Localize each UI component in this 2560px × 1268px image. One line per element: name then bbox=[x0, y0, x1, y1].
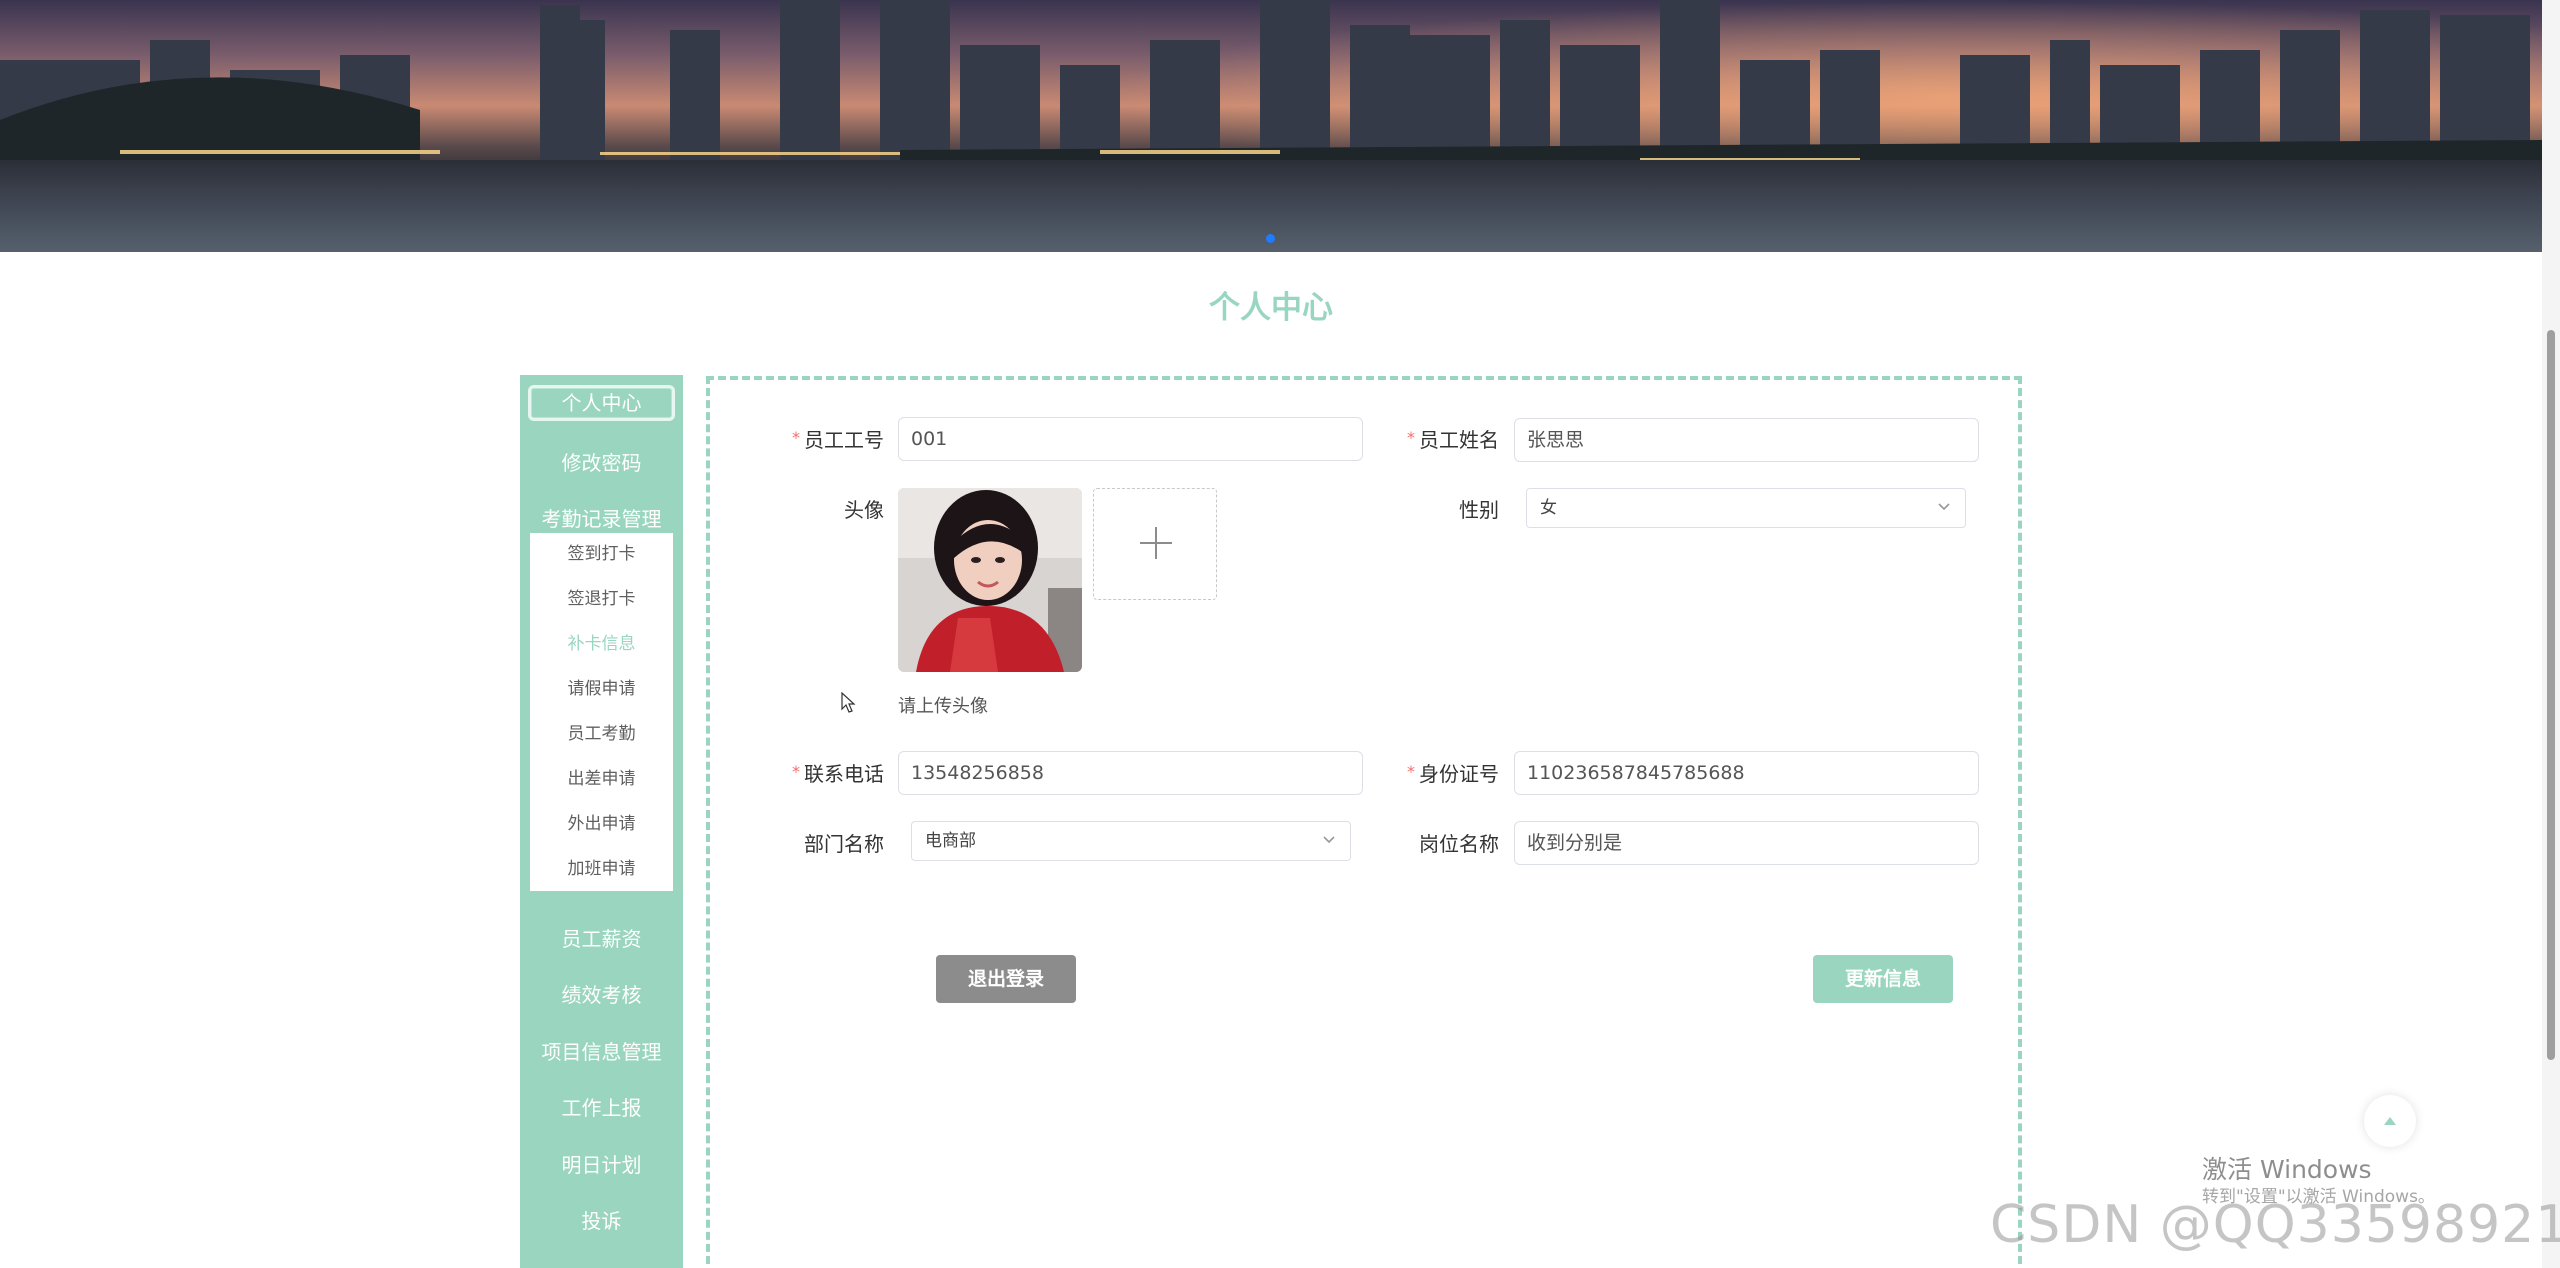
position-input[interactable]: 收到分别是 bbox=[1514, 821, 1979, 865]
attendance-submenu: 签到打卡 签退打卡 补卡信息 请假申请 员工考勤 出差申请 外出申请 加班申请 bbox=[530, 533, 673, 891]
banner-carousel bbox=[0, 0, 2542, 252]
submenu-item-overtime[interactable]: 加班申请 bbox=[530, 854, 673, 879]
department-label: 部门名称 bbox=[804, 832, 884, 856]
sidebar-item-complaint[interactable]: 投诉 bbox=[520, 1205, 683, 1234]
phone-label: * 联系电话 bbox=[792, 762, 884, 786]
gender-select[interactable]: 女 bbox=[1526, 488, 1966, 528]
department-select-value: 电商部 bbox=[925, 831, 976, 851]
id-card-input[interactable]: 110236587845785688 bbox=[1514, 751, 1979, 795]
employee-name-input[interactable]: 张思思 bbox=[1514, 418, 1979, 462]
sidebar-item-profile[interactable]: 个人中心 bbox=[528, 385, 675, 421]
chevron-down-icon bbox=[1323, 836, 1335, 844]
sidebar-item-tomorrow-plan[interactable]: 明日计划 bbox=[520, 1149, 683, 1178]
plus-icon bbox=[1140, 527, 1172, 559]
gender-label: 性别 bbox=[1459, 498, 1499, 522]
submenu-item-outing[interactable]: 外出申请 bbox=[530, 809, 673, 834]
submenu-item-leave-request[interactable]: 请假申请 bbox=[530, 674, 673, 699]
sidebar-item-attendance[interactable]: 考勤记录管理 bbox=[520, 503, 683, 532]
back-to-top-button[interactable] bbox=[2364, 1095, 2416, 1147]
update-info-button[interactable]: 更新信息 bbox=[1813, 955, 1953, 1003]
submenu-item-makeup-card[interactable]: 补卡信息 bbox=[530, 629, 673, 654]
page-title: 个人中心 bbox=[1209, 290, 1333, 326]
employee-name-label: * 员工姓名 bbox=[1407, 428, 1499, 452]
employee-no-input[interactable]: 001 bbox=[898, 417, 1363, 461]
windows-activation-title: 激活 Windows bbox=[2202, 1155, 2372, 1184]
employee-no-label: * 员工工号 bbox=[792, 428, 884, 452]
mouse-cursor-icon bbox=[841, 692, 856, 713]
avatar-upload-button[interactable] bbox=[1093, 488, 1217, 600]
sidebar-item-salary[interactable]: 员工薪资 bbox=[520, 923, 683, 952]
sidebar-item-performance[interactable]: 绩效考核 bbox=[520, 979, 683, 1008]
sidebar: 个人中心 修改密码 考勤记录管理 签到打卡 签退打卡 补卡信息 请假申请 员工考… bbox=[520, 375, 683, 1268]
submenu-item-business-trip[interactable]: 出差申请 bbox=[530, 764, 673, 789]
avatar-image[interactable] bbox=[898, 488, 1082, 672]
avatar-label: 头像 bbox=[844, 498, 884, 522]
submenu-item-staff-attendance[interactable]: 员工考勤 bbox=[530, 719, 673, 744]
chevron-down-icon bbox=[1938, 503, 1950, 511]
submenu-item-check-in[interactable]: 签到打卡 bbox=[530, 539, 673, 564]
csdn-watermark: CSDN @QQ3359892174 bbox=[1990, 1195, 2560, 1255]
submenu-item-check-out[interactable]: 签退打卡 bbox=[530, 584, 673, 609]
sidebar-item-change-password[interactable]: 修改密码 bbox=[520, 447, 683, 476]
department-select[interactable]: 电商部 bbox=[911, 821, 1351, 861]
phone-input[interactable]: 13548256858 bbox=[898, 751, 1363, 795]
sidebar-item-work-report[interactable]: 工作上报 bbox=[520, 1092, 683, 1121]
logout-button[interactable]: 退出登录 bbox=[936, 955, 1076, 1003]
sidebar-item-projects[interactable]: 项目信息管理 bbox=[520, 1036, 683, 1065]
position-label: 岗位名称 bbox=[1419, 832, 1499, 856]
carousel-dot[interactable] bbox=[1266, 234, 1275, 243]
arrow-up-icon bbox=[2384, 1117, 2396, 1125]
scrollbar-thumb[interactable] bbox=[2547, 330, 2555, 1060]
id-card-label: * 身份证号 bbox=[1407, 762, 1499, 786]
avatar-upload-hint: 请上传头像 bbox=[898, 696, 988, 717]
gender-select-value: 女 bbox=[1540, 498, 1557, 518]
